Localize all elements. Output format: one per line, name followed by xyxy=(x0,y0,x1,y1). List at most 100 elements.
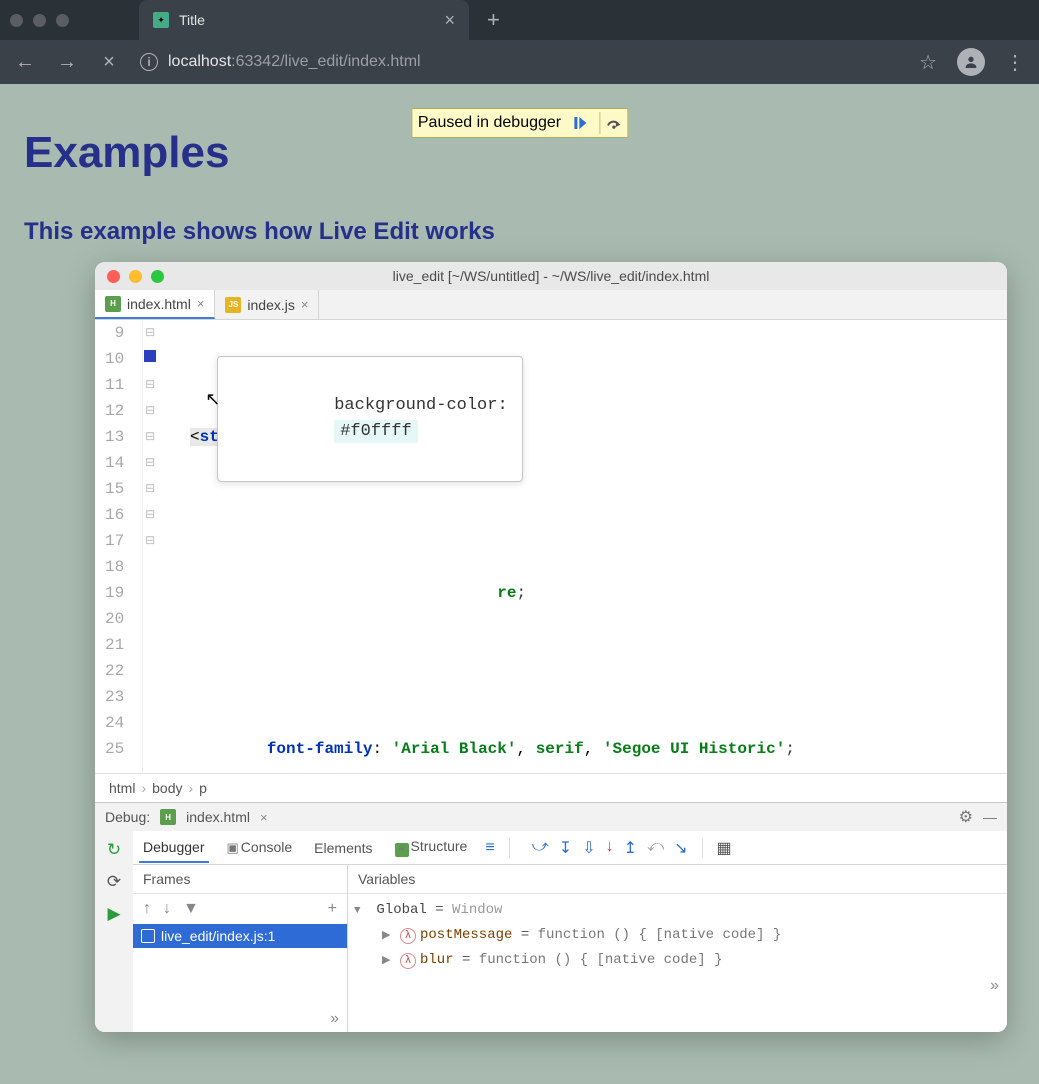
chevron-right-icon: › xyxy=(188,780,193,796)
tooltip-label: background-color: xyxy=(334,396,507,415)
favicon: ✦ xyxy=(153,12,169,28)
bookmark-icon[interactable]: ☆ xyxy=(919,50,937,75)
debug-toolbar: ↻ ⟳ ▶ xyxy=(95,831,133,1032)
debug-tabs: Debugger ▣Console Elements HStructure ≡ … xyxy=(133,831,1007,865)
overflow-icon[interactable]: » xyxy=(348,977,1007,999)
html-file-icon: H xyxy=(160,809,176,825)
crumb-item[interactable]: p xyxy=(199,780,207,796)
site-info-icon[interactable]: i xyxy=(140,53,158,71)
close-tab-icon[interactable]: × xyxy=(444,10,455,31)
debug-config-name[interactable]: index.html xyxy=(186,809,250,825)
ide-minimize-icon[interactable] xyxy=(129,270,142,283)
debug-panel: Debug: H index.html × ⚙ — ↻ ⟳ ▶ Debugger… xyxy=(95,802,1007,1032)
expand-icon[interactable]: ▶ xyxy=(382,924,396,948)
new-tab-button[interactable]: + xyxy=(487,7,500,33)
ide-close-icon[interactable] xyxy=(107,270,120,283)
frame-icon xyxy=(141,929,155,943)
html-file-icon: H xyxy=(105,296,121,312)
address-bar: ← → × i localhost:63342/live_edit/index.… xyxy=(0,40,1039,84)
step-over-icon[interactable]: ⤻ xyxy=(532,838,549,858)
variables-tree[interactable]: ▼ Global = Window ▶λpostMessage = functi… xyxy=(348,894,1007,977)
tab-console[interactable]: ▣Console xyxy=(223,833,297,862)
close-window-icon[interactable] xyxy=(10,14,23,27)
run-to-cursor-icon[interactable]: ↘ xyxy=(674,838,687,858)
debug-header: Debug: H index.html × ⚙ — xyxy=(95,803,1007,831)
ide-file-tabs: H index.html × JS index.js × xyxy=(95,290,1007,320)
browser-menu-icon[interactable]: ⋮ xyxy=(1005,50,1025,75)
resume-icon[interactable]: ▶ xyxy=(103,903,125,925)
hide-panel-icon[interactable]: — xyxy=(983,809,997,825)
tab-index-html[interactable]: H index.html × xyxy=(95,290,215,319)
window-controls xyxy=(10,14,69,27)
evaluate-icon[interactable]: ▦ xyxy=(717,838,732,858)
ide-maximize-icon[interactable] xyxy=(151,270,164,283)
console-icon: ▣ xyxy=(227,840,239,855)
crumb-item[interactable]: html xyxy=(109,780,135,796)
add-icon[interactable]: + xyxy=(328,900,337,918)
close-tab-icon[interactable]: × xyxy=(301,297,309,312)
stack-frame[interactable]: live_edit/index.js:1 xyxy=(133,924,347,948)
tab-index-js[interactable]: JS index.js × xyxy=(215,290,319,319)
threads-icon[interactable]: ≡ xyxy=(485,839,494,857)
collapse-icon[interactable]: ▼ xyxy=(354,899,368,923)
debugger-overlay: Paused in debugger xyxy=(411,108,628,138)
tab-debugger[interactable]: Debugger xyxy=(139,833,209,863)
prev-frame-icon[interactable]: ↑ xyxy=(143,900,151,918)
code-area[interactable]: background-color: #f0ffff ↖ <style> re; … xyxy=(157,320,1007,773)
page-h2: This example shows how Live Edit works xyxy=(24,218,1015,246)
tab-title: Title xyxy=(179,12,434,28)
expand-icon[interactable]: ▶ xyxy=(382,949,396,973)
ide-title-text: live_edit [~/WS/untitled] - ~/WS/live_ed… xyxy=(393,268,710,284)
tab-structure[interactable]: HStructure xyxy=(391,832,472,863)
browser-tab[interactable]: ✦ Title × xyxy=(139,0,469,40)
mouse-cursor-icon: ↖ xyxy=(205,388,220,414)
minimize-window-icon[interactable] xyxy=(33,14,46,27)
code-editor[interactable]: ✔ 910111213141516171819202122232425 ⊟⊟⊟⊟… xyxy=(95,320,1007,773)
refresh-icon[interactable]: ⟳ xyxy=(103,871,125,893)
variables-header: Variables xyxy=(348,865,1007,894)
overflow-icon[interactable]: » xyxy=(133,1006,347,1032)
step-into-icon[interactable]: ↧ xyxy=(559,838,572,858)
line-gutter: 910111213141516171819202122232425 xyxy=(95,320,143,773)
gear-icon[interactable]: ⚙ xyxy=(959,807,973,827)
resume-icon[interactable] xyxy=(569,112,591,134)
close-icon[interactable]: × xyxy=(260,810,268,825)
profile-avatar[interactable] xyxy=(957,48,985,76)
fold-column[interactable]: ⊟⊟⊟⊟⊟⊟⊟⊟ xyxy=(143,320,157,773)
maximize-window-icon[interactable] xyxy=(56,14,69,27)
back-button[interactable]: ← xyxy=(14,51,36,74)
forward-button[interactable]: → xyxy=(56,51,78,74)
lambda-icon: λ xyxy=(400,953,416,969)
variables-panel: Variables ▼ Global = Window ▶λpostMessag… xyxy=(348,865,1007,1032)
frames-header: Frames xyxy=(133,865,347,894)
crumb-item[interactable]: body xyxy=(152,780,182,796)
frames-panel: Frames ↑ ↓ ▼ + live_edit/index.js:1 xyxy=(133,865,348,1032)
close-tab-icon[interactable]: × xyxy=(197,296,205,311)
step-out-icon[interactable]: ↥ xyxy=(624,838,637,858)
drop-frame-icon[interactable]: ⤺ xyxy=(647,838,664,858)
ide-titlebar: live_edit [~/WS/untitled] - ~/WS/live_ed… xyxy=(95,262,1007,290)
filter-icon[interactable]: ▼ xyxy=(183,900,199,918)
debugger-status-text: Paused in debugger xyxy=(418,114,561,132)
frame-tools: ↑ ↓ ▼ + xyxy=(133,894,347,924)
debug-label: Debug: xyxy=(105,809,150,825)
tab-label: index.html xyxy=(127,296,191,312)
url-field[interactable]: i localhost:63342/live_edit/index.html xyxy=(140,53,899,71)
url-port: :63342 xyxy=(231,53,280,70)
force-step-into-icon[interactable]: ⇩ xyxy=(582,838,595,858)
reload-button[interactable]: × xyxy=(98,51,120,74)
tooltip-value: #f0ffff xyxy=(334,420,417,443)
url-host: localhost xyxy=(168,53,231,70)
tab-label: index.js xyxy=(247,297,294,313)
rerun-icon[interactable]: ↻ xyxy=(103,839,125,861)
browser-tab-bar: ✦ Title × + xyxy=(0,0,1039,40)
next-frame-icon[interactable]: ↓ xyxy=(163,900,171,918)
frame-label: live_edit/index.js:1 xyxy=(161,928,275,944)
tab-elements[interactable]: Elements xyxy=(310,834,376,862)
smart-step-icon[interactable]: ↓ xyxy=(606,838,614,858)
color-gutter-icon[interactable] xyxy=(144,350,156,362)
step-over-icon[interactable] xyxy=(599,112,621,134)
ide-window: live_edit [~/WS/untitled] - ~/WS/live_ed… xyxy=(95,262,1007,1032)
breadcrumb[interactable]: html › body › p xyxy=(95,773,1007,802)
chevron-right-icon: › xyxy=(141,780,146,796)
